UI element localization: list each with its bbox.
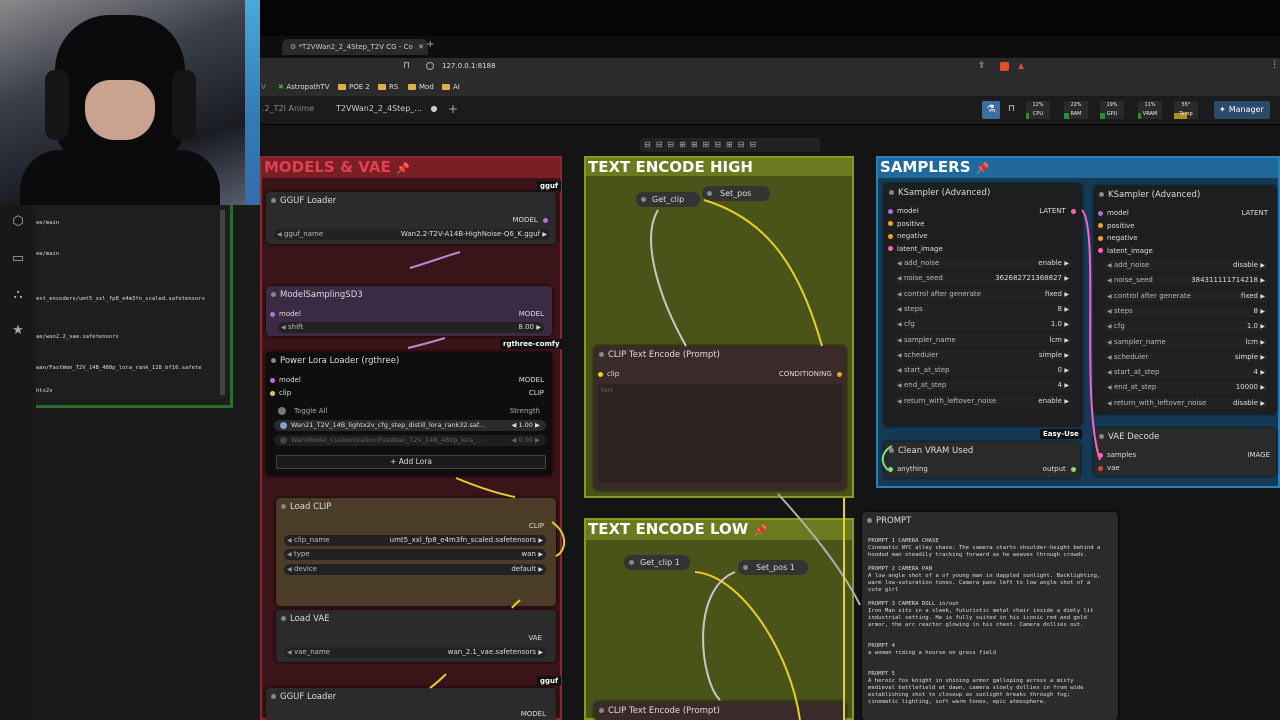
wire-clip-4	[511, 599, 521, 609]
wire-latent	[1081, 209, 1101, 461]
webcam-person-face	[85, 80, 155, 140]
list-scrollbar[interactable]	[220, 210, 225, 395]
headphone-left	[45, 70, 69, 140]
wire-clip-3	[429, 673, 447, 689]
wire-low-gray	[702, 571, 736, 701]
wire-low-yellow	[694, 571, 801, 720]
comfy-sidebar	[0, 205, 36, 720]
webcam-light	[245, 0, 260, 205]
cube-icon[interactable]: ⬡	[10, 214, 26, 230]
wire-model-2	[407, 337, 446, 349]
file-item[interactable]: wan/FastWan_T2V_14B_480p_lora_rank_128_b…	[36, 365, 202, 371]
wire-gray	[777, 493, 861, 606]
file-item[interactable]: htx2v	[36, 388, 53, 394]
file-item[interactable]: ee/main	[36, 251, 59, 257]
wire-get-clip	[650, 209, 687, 347]
wire-anything	[881, 445, 893, 471]
file-item[interactable]: ae/wan2.2_vae.safetensors	[36, 334, 119, 340]
nodes-icon[interactable]: ⛬	[10, 287, 26, 303]
wire-model	[409, 251, 461, 269]
wire-clip-2	[551, 521, 566, 557]
model-library-list	[36, 205, 233, 408]
file-item[interactable]: ee/main	[36, 220, 59, 226]
wire-set-pos	[703, 199, 823, 347]
file-item[interactable]: ext_encoders/umt5_xxl_fp8_e4m3fn_scaled.…	[36, 296, 205, 302]
folder-icon[interactable]: ▭	[10, 251, 26, 267]
wire-clip	[455, 477, 516, 498]
star-icon[interactable]: ★	[10, 323, 26, 339]
headphone-right	[172, 70, 196, 140]
